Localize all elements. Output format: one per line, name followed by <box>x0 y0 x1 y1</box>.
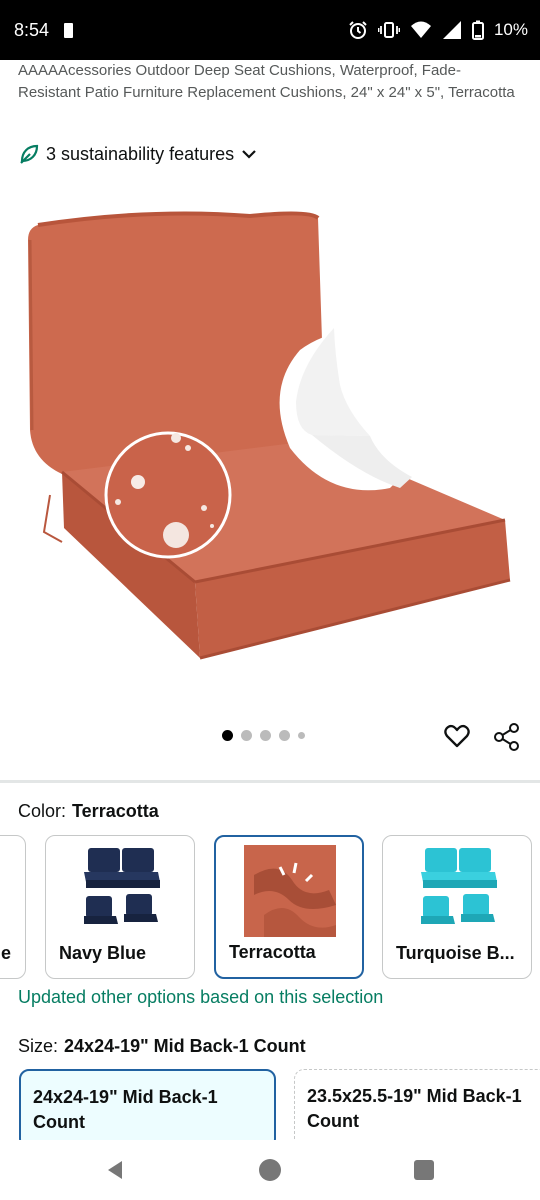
color-swatch-terracotta[interactable]: Terracotta <box>214 835 364 979</box>
heart-icon[interactable] <box>443 722 471 750</box>
swatch-label: Turquoise B... <box>396 943 515 963</box>
chevron-down-icon <box>242 150 256 159</box>
home-icon[interactable] <box>259 1159 281 1181</box>
sustainability-features-toggle[interactable]: 3 sustainability features <box>18 141 258 167</box>
section-divider <box>0 780 540 783</box>
battery-percent: 10% <box>493 20 528 39</box>
color-selection-row: Color: Terracotta <box>18 801 159 822</box>
carousel-dot[interactable] <box>279 730 290 741</box>
share-icon[interactable] <box>493 722 521 752</box>
product-image[interactable] <box>0 190 540 690</box>
terracotta-fabric-image <box>244 845 336 937</box>
back-icon[interactable] <box>104 1159 126 1181</box>
product-title[interactable]: AAAAAcessories Outdoor Deep Seat Cushion… <box>18 60 523 104</box>
color-label: Color: <box>18 801 67 821</box>
carousel-dot[interactable] <box>298 732 305 739</box>
selected-color: Terracotta <box>72 801 159 821</box>
carousel-dot[interactable] <box>260 730 271 741</box>
status-time: 8:54 <box>14 20 50 40</box>
size-option-24x24[interactable]: 24x24-19" Mid Back-1 Count <box>19 1069 276 1149</box>
size-option-label: 23.5x25.5-19" Mid Back-1 Count <box>307 1086 522 1131</box>
signal-icon <box>442 21 461 39</box>
size-option-label: 24x24-19" Mid Back-1 Count <box>33 1087 218 1132</box>
navy-cushion-set-image <box>84 848 160 924</box>
leaf-icon <box>20 144 39 164</box>
wifi-icon <box>410 21 431 38</box>
image-carousel-dots[interactable] <box>222 730 305 741</box>
sim-notification-icon <box>64 23 73 38</box>
size-label: Size: <box>18 1036 59 1056</box>
alarm-icon <box>349 21 367 39</box>
carousel-dot[interactable] <box>222 730 233 741</box>
carousel-dot[interactable] <box>241 730 252 741</box>
selected-size: 24x24-19" Mid Back-1 Count <box>64 1036 306 1056</box>
color-swatch-navy-blue[interactable]: Navy Blue <box>45 835 195 979</box>
recent-apps-icon[interactable] <box>414 1160 434 1180</box>
swatch-label: Navy Blue <box>59 943 147 963</box>
turquoise-cushion-set-image <box>421 848 497 924</box>
status-icons: 10% <box>348 18 528 42</box>
color-swatch-previous[interactable]: e <box>0 835 26 979</box>
update-message: Updated other options based on this sele… <box>18 987 384 1007</box>
sustainability-label: 3 sustainability features <box>46 143 235 164</box>
swatch-label: Terracotta <box>229 942 316 962</box>
size-option-23-5x25-5[interactable]: 23.5x25.5-19" Mid Back-1 Count <box>294 1069 540 1149</box>
size-selection-row: Size: 24x24-19" Mid Back-1 Count <box>18 1036 306 1057</box>
status-bar: 8:54 10% <box>0 0 540 60</box>
color-swatch-turquoise[interactable]: Turquoise B... <box>382 835 532 979</box>
vibrate-icon <box>377 22 400 38</box>
swatch-label: e <box>1 943 12 963</box>
battery-icon <box>471 20 484 40</box>
